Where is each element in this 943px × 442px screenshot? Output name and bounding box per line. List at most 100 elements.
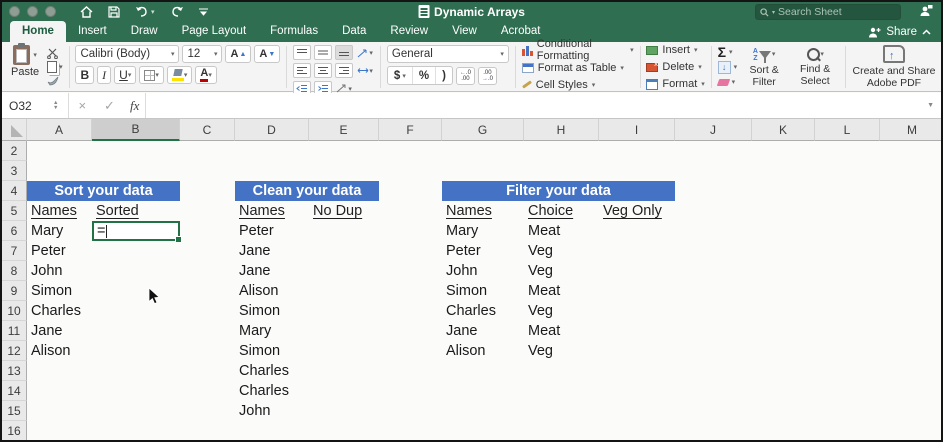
cell-D12[interactable]: Simon: [235, 341, 309, 361]
account-button[interactable]: [919, 4, 933, 22]
column-header-D[interactable]: D: [235, 119, 309, 141]
column-header-K[interactable]: K: [752, 119, 815, 141]
cut-button[interactable]: [47, 48, 63, 59]
cell-D9[interactable]: Alison: [235, 281, 309, 301]
copy-button[interactable]: ▾: [47, 62, 63, 73]
create-share-adobe-pdf-button[interactable]: Create and Share Adobe PDF: [849, 45, 939, 89]
column-header-M[interactable]: M: [880, 119, 941, 141]
cell-G9[interactable]: Simon: [442, 281, 524, 301]
column-header-J[interactable]: J: [675, 119, 752, 141]
column-header-A[interactable]: A: [27, 119, 92, 141]
cell-A9[interactable]: Simon: [27, 281, 92, 301]
column-header-G[interactable]: G: [442, 119, 524, 141]
row-header-7[interactable]: 7: [2, 241, 27, 261]
search-box[interactable]: ▾ Search Sheet: [755, 4, 901, 20]
format-as-table-button[interactable]: Format as Table▾: [522, 62, 634, 74]
formula-bar-expand-icon[interactable]: ▼: [927, 102, 934, 109]
font-color-button[interactable]: A▾: [195, 66, 216, 84]
cell-H10[interactable]: Veg: [524, 301, 599, 321]
autosum-button[interactable]: Σ▾: [718, 46, 738, 59]
find-select-button[interactable]: ▾ Find & Select: [791, 47, 839, 87]
share-button[interactable]: Share: [868, 26, 931, 38]
number-format-select[interactable]: General▾: [387, 45, 509, 63]
decrease-decimal-button[interactable]: .00→.0: [478, 67, 497, 85]
cell-G10[interactable]: Charles: [442, 301, 524, 321]
active-cell-B6[interactable]: =: [92, 221, 180, 241]
column-header-F[interactable]: F: [379, 119, 442, 141]
row-header-13[interactable]: 13: [2, 361, 27, 381]
tab-draw[interactable]: Draw: [119, 21, 170, 42]
tab-home[interactable]: Home: [10, 21, 66, 42]
decrease-font-size-button[interactable]: A▼: [254, 45, 280, 63]
cell-H8[interactable]: Veg: [524, 261, 599, 281]
row-header-16[interactable]: 16: [2, 421, 27, 440]
underline-button[interactable]: U▾: [114, 66, 136, 84]
tab-formulas[interactable]: Formulas: [258, 21, 330, 42]
row-header-9[interactable]: 9: [2, 281, 27, 301]
name-box-stepper[interactable]: ▲▼: [53, 101, 58, 111]
comma-format-button[interactable]: ): [436, 67, 452, 84]
tab-data[interactable]: Data: [330, 21, 378, 42]
format-cells-button[interactable]: Format▾: [646, 78, 704, 90]
italic-button[interactable]: I: [97, 66, 111, 84]
home-quick-button[interactable]: [80, 6, 93, 18]
fill-button[interactable]: ↓▾: [718, 61, 738, 74]
align-top-button[interactable]: [293, 45, 311, 60]
row-header-14[interactable]: 14: [2, 381, 27, 401]
name-box[interactable]: O32: [2, 99, 53, 113]
cell-D15[interactable]: John: [235, 401, 309, 421]
cell-D14[interactable]: Charles: [235, 381, 309, 401]
column-header-L[interactable]: L: [815, 119, 880, 141]
select-all-corner[interactable]: [2, 119, 27, 141]
font-size-select[interactable]: 12▾: [182, 45, 222, 63]
row-header-5[interactable]: 5: [2, 201, 27, 221]
tab-insert[interactable]: Insert: [66, 21, 119, 42]
cell-G7[interactable]: Peter: [442, 241, 524, 261]
cell-A11[interactable]: Jane: [27, 321, 92, 341]
bold-button[interactable]: B: [75, 66, 94, 84]
cancel-entry-button[interactable]: ×: [78, 98, 86, 113]
tab-page-layout[interactable]: Page Layout: [170, 21, 259, 42]
column-header-H[interactable]: H: [524, 119, 599, 141]
cell-A8[interactable]: John: [27, 261, 92, 281]
cell-G11[interactable]: Jane: [442, 321, 524, 341]
cell-A7[interactable]: Peter: [27, 241, 92, 261]
save-button[interactable]: [108, 6, 120, 18]
row-header-8[interactable]: 8: [2, 261, 27, 281]
insert-function-button[interactable]: fx: [130, 98, 139, 114]
cell-H9[interactable]: Meat: [524, 281, 599, 301]
borders-button[interactable]: ▾: [139, 66, 164, 84]
sort-filter-button[interactable]: AZ▾ Sort & Filter: [741, 46, 787, 88]
row-header-10[interactable]: 10: [2, 301, 27, 321]
confirm-entry-button[interactable]: ✓: [104, 98, 115, 114]
quick-access-customize-button[interactable]: [199, 8, 208, 16]
font-name-select[interactable]: Calibri (Body)▾: [75, 45, 179, 63]
paste-button[interactable]: ▾ Paste: [9, 45, 41, 89]
cell-A10[interactable]: Charles: [27, 301, 92, 321]
align-center-button[interactable]: [314, 63, 332, 78]
clear-button[interactable]: ▾: [718, 76, 738, 89]
redo-button[interactable]: [170, 6, 184, 17]
orientation-button[interactable]: ▾: [356, 45, 374, 60]
increase-decimal-button[interactable]: ←.0.00: [456, 67, 475, 85]
close-window-button[interactable]: [9, 6, 20, 17]
cell-H7[interactable]: Veg: [524, 241, 599, 261]
cell-styles-button[interactable]: Cell Styles▾: [522, 79, 634, 91]
row-header-11[interactable]: 11: [2, 321, 27, 341]
format-painter-button[interactable]: [47, 76, 63, 87]
cell-A6[interactable]: Mary: [27, 221, 92, 241]
cell-D10[interactable]: Simon: [235, 301, 309, 321]
row-header-6[interactable]: 6: [2, 221, 27, 241]
row-header-4[interactable]: 4: [2, 181, 27, 201]
align-bottom-button[interactable]: [335, 45, 353, 60]
cell-H6[interactable]: Meat: [524, 221, 599, 241]
cell-G8[interactable]: John: [442, 261, 524, 281]
tab-review[interactable]: Review: [378, 21, 440, 42]
cell-D8[interactable]: Jane: [235, 261, 309, 281]
cell-D13[interactable]: Charles: [235, 361, 309, 381]
align-right-button[interactable]: [335, 63, 353, 78]
row-header-15[interactable]: 15: [2, 401, 27, 421]
percent-format-button[interactable]: %: [413, 67, 436, 84]
cell-D7[interactable]: Jane: [235, 241, 309, 261]
fill-handle[interactable]: [175, 236, 182, 243]
